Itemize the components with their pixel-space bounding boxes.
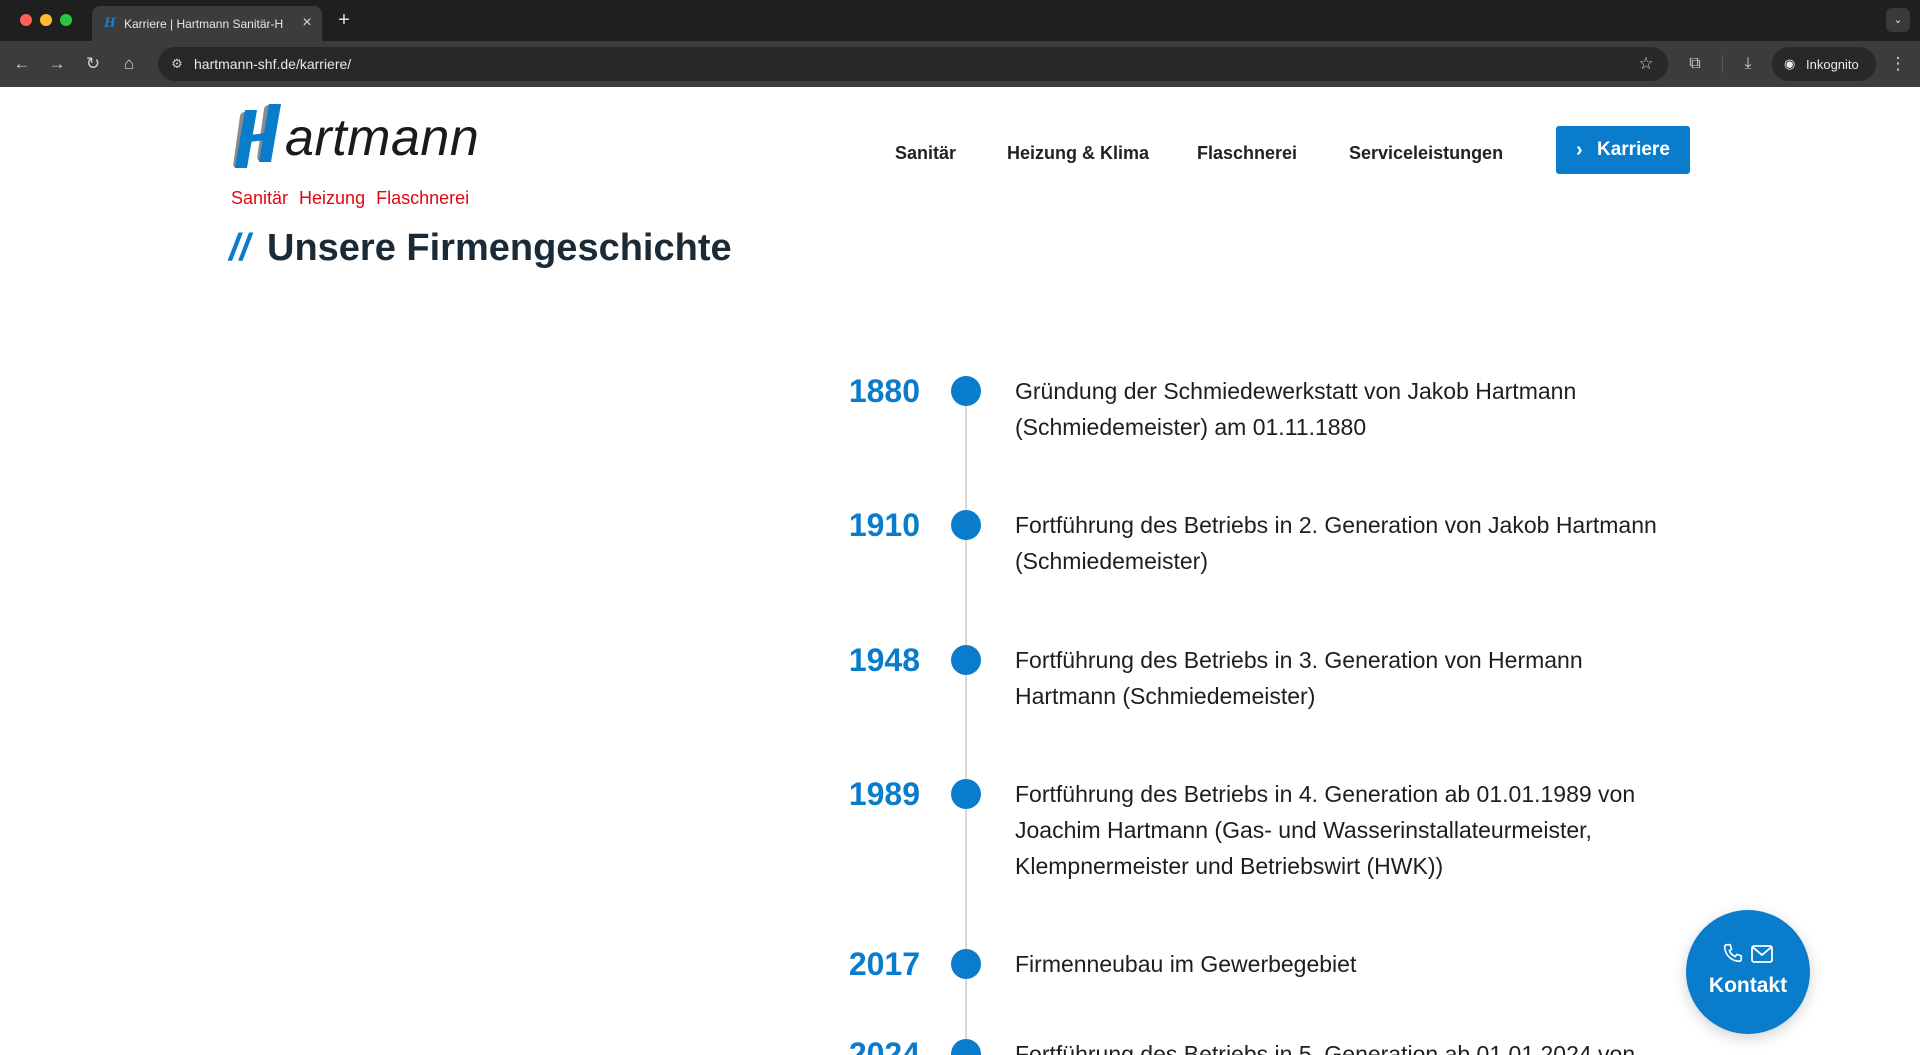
extensions-puzzle-icon[interactable]: ⧉ <box>1683 52 1707 76</box>
timeline-text: Fortführung des Betriebs in 3. Generatio… <box>1015 647 1583 709</box>
timeline-year: 1880 <box>848 373 920 409</box>
minimize-window-button[interactable] <box>40 14 52 26</box>
timeline-text: Fortführung des Betriebs in 5. Generatio… <box>1015 1041 1636 1055</box>
incognito-label: Inkognito <box>1806 57 1859 72</box>
maximize-window-button[interactable] <box>60 14 72 26</box>
timeline-year: 1910 <box>848 507 920 543</box>
new-tab-button[interactable]: + <box>333 9 355 31</box>
hartmann-logo[interactable]: artmann Sanitär Heizung Flaschnerei <box>229 102 489 208</box>
close-window-button[interactable] <box>20 14 32 26</box>
heading-text: Unsere Firmengeschichte <box>267 227 732 269</box>
timeline-text: Fortführung des Betriebs in 2. Generatio… <box>1015 512 1657 574</box>
timeline-year: 1948 <box>848 642 920 678</box>
incognito-icon: ◉ <box>1784 56 1796 71</box>
browser-menu-icon[interactable]: ⋮ <box>1886 52 1910 76</box>
logo-tagline: Sanitär Heizung Flaschnerei <box>231 188 470 208</box>
timeline-year: 2017 <box>848 946 920 982</box>
toolbar-divider <box>1722 55 1723 73</box>
forward-arrow-icon[interactable]: → <box>45 52 69 76</box>
bookmark-star-icon[interactable]: ☆ <box>1636 54 1656 74</box>
back-arrow-icon[interactable]: ← <box>10 52 34 76</box>
timeline-year: 1989 <box>848 776 920 812</box>
timeline-text: Gründung der Schmiedewerkstatt von Jakob… <box>1015 378 1577 440</box>
kontakt-label: Kontakt <box>1708 974 1788 997</box>
timeline-dot <box>951 645 981 675</box>
timeline-year: 2024 <box>848 1036 920 1055</box>
address-bar[interactable]: ⚙ hartmann-shf.de/karriere/ ☆ <box>158 47 1668 81</box>
download-icon[interactable]: ⤓ <box>1736 52 1760 76</box>
browser-tab-active[interactable]: H Karriere | Hartmann Sanitär-H × <box>92 6 322 41</box>
timeline-dot <box>951 510 981 540</box>
incognito-badge[interactable]: ◉ Inkognito <box>1772 47 1876 81</box>
timeline-dot <box>951 1039 981 1055</box>
address-bar-url[interactable]: hartmann-shf.de/karriere/ <box>194 56 351 72</box>
hartmann-favicon-icon: H <box>104 15 116 31</box>
site-settings-icon[interactable]: ⚙ <box>168 55 186 73</box>
tab-close-icon[interactable]: × <box>298 14 316 32</box>
kontakt-button[interactable]: Kontakt <box>1686 910 1810 1034</box>
reload-icon[interactable]: ↻ <box>81 52 105 76</box>
browser-title-bar: H Karriere | Hartmann Sanitär-H × + ⌄ <box>0 0 1920 41</box>
heading-slashes: // <box>229 227 251 269</box>
karriere-button[interactable]: › Karriere <box>1556 126 1690 174</box>
nav-item-serviceleistungen[interactable]: Serviceleistungen <box>1349 140 1503 166</box>
nav-item-heizung-klima[interactable]: Heizung & Klima <box>1007 140 1149 166</box>
hartmann-h-icon <box>233 104 281 168</box>
logo-wordmark: artmann <box>285 109 480 167</box>
timeline-text: Fortführung des Betriebs in 4. Generatio… <box>1015 781 1636 879</box>
browser-toolbar: ← → ↻ ⌂ ⚙ hartmann-shf.de/karriere/ ☆ ⧉ … <box>0 41 1920 87</box>
chevron-right-icon: › <box>1576 139 1583 161</box>
phone-icon <box>1723 943 1743 963</box>
nav-item-flaschnerei[interactable]: Flaschnerei <box>1197 140 1297 166</box>
timeline-dot <box>951 376 981 406</box>
mail-icon <box>1751 945 1773 963</box>
timeline-dot <box>951 949 981 979</box>
tab-search-chevron-icon[interactable]: ⌄ <box>1886 8 1910 32</box>
karriere-button-label: Karriere <box>1597 139 1670 160</box>
home-icon[interactable]: ⌂ <box>117 52 141 76</box>
nav-item-sanitaer[interactable]: Sanitär <box>895 140 956 166</box>
timeline-text: Firmenneubau im Gewerbegebiet <box>1015 951 1357 977</box>
timeline-dot <box>951 779 981 809</box>
page-content: artmann Sanitär Heizung Flaschnerei Sani… <box>0 87 1920 1055</box>
tab-title: Karriere | Hartmann Sanitär-H <box>124 17 284 31</box>
